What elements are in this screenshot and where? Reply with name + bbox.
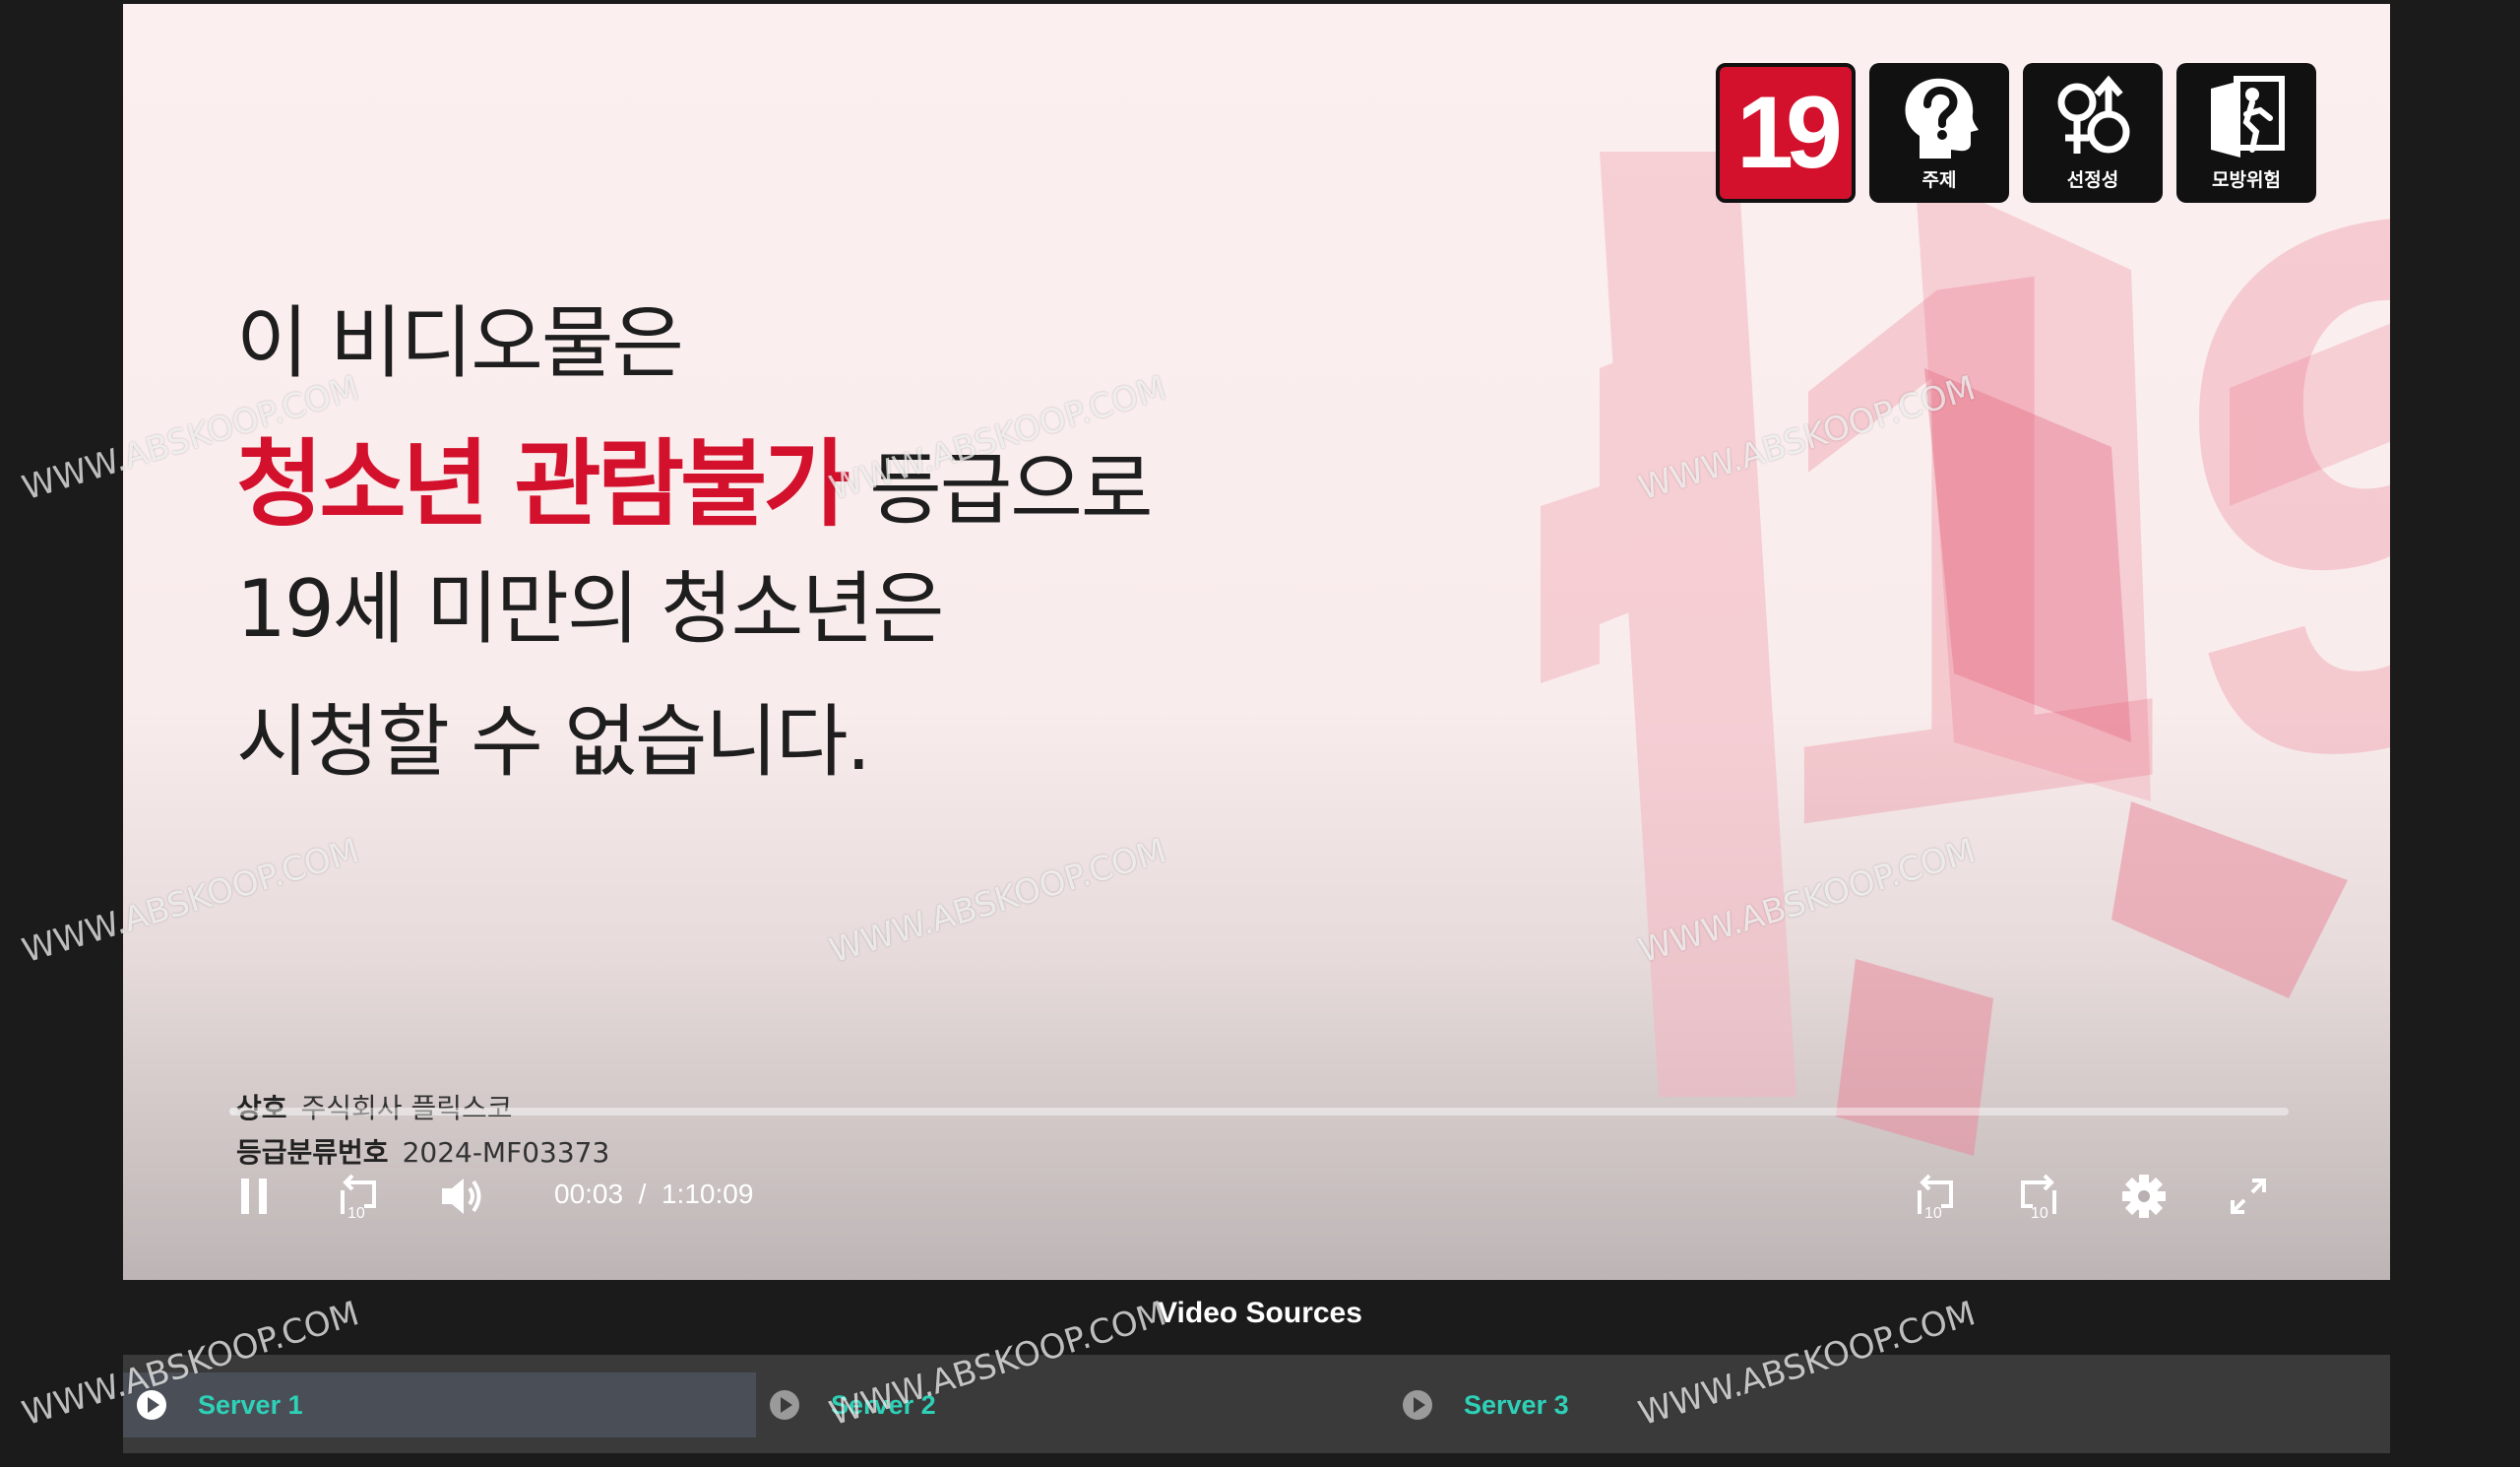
time-display: 00:03 / 1:10:09 (554, 1179, 753, 1210)
rating-number-key: 등급분류번호 (236, 1136, 389, 1169)
fullscreen-button[interactable] (2223, 1171, 2274, 1222)
server-3-button[interactable]: Server 3 (1389, 1372, 2022, 1437)
rewind-10-icon: 10 (1918, 1174, 1953, 1222)
current-time: 00:03 (554, 1179, 624, 1209)
volume-icon (442, 1179, 481, 1214)
duration: 1:10:09 (661, 1179, 754, 1209)
progress-fill (229, 1108, 238, 1116)
video-sources-title: Video Sources (1158, 1297, 1362, 1329)
background-numeral: 19 (1757, 112, 2390, 989)
background-19-graphic: 19 (1541, 112, 2390, 1156)
time-separator: / (638, 1179, 647, 1209)
imitation-risk-badge: 모방위험 (2176, 63, 2316, 203)
company-info: 상호 주식회사 플릭스코 등급분류번호 2024-MF03373 (236, 1087, 609, 1176)
age-19-badge: 19 (1716, 63, 1856, 203)
theme-badge: 주제 (1869, 63, 2009, 203)
server-list: Server 1 Server 2 Server 3 (123, 1355, 2390, 1453)
notice-highlight: 청소년 관람불가 (236, 429, 850, 540)
rating-number-value: 2024-MF03373 (402, 1136, 610, 1169)
forward-10-button[interactable]: 10 (2013, 1171, 2064, 1222)
play-circle-icon (137, 1390, 166, 1420)
gender-symbols-icon (2057, 75, 2130, 154)
player-controls: 10 00:03 / 1:10:09 10 10 (229, 1171, 2297, 1222)
server-1-label: Server 1 (198, 1389, 303, 1420)
pause-button[interactable] (229, 1171, 281, 1222)
pause-icon (241, 1179, 267, 1214)
rewind-10-button[interactable]: 10 (333, 1171, 384, 1222)
play-circle-icon (1403, 1390, 1432, 1420)
gear-icon (2122, 1175, 2166, 1218)
rewind-10-icon: 10 (341, 1174, 376, 1222)
rating-notice: 이 비디오물은 청소년 관람불가 등급으로 19세 미만의 청소년은 시청할 수… (236, 297, 1154, 836)
server-1-button[interactable]: Server 1 (123, 1372, 756, 1437)
notice-line-2-rest: 등급으로 (846, 444, 1153, 536)
sexual-content-caption: 선정성 (2066, 168, 2119, 191)
forward-10-label: 10 (2031, 1205, 2048, 1222)
rewind-10-label-right: 10 (1924, 1205, 1942, 1222)
rewind-10-button-right[interactable]: 10 (1910, 1171, 1961, 1222)
rating-badges: 19 주제 선정성 모방위험 (1716, 63, 2316, 203)
server-2-label: Server 2 (831, 1389, 936, 1420)
server-3-label: Server 3 (1464, 1389, 1569, 1420)
server-2-button[interactable]: Server 2 (756, 1372, 1389, 1437)
notice-line-4: 시청할 수 없습니다. (236, 696, 871, 788)
fullscreen-icon (2231, 1179, 2266, 1214)
notice-line-3: 19세 미만의 청소년은 (236, 563, 944, 655)
settings-button[interactable] (2118, 1171, 2170, 1222)
video-player[interactable]: 19 19 주제 선정성 모방위험 이 비디오물은 청소년 관람불가 등급으로 … (123, 4, 2390, 1280)
sexual-content-badge: 선정성 (2023, 63, 2163, 203)
progress-bar[interactable] (229, 1108, 2289, 1116)
volume-button[interactable] (436, 1171, 487, 1222)
head-question-icon (1905, 78, 1979, 159)
age-19-label: 19 (1736, 76, 1843, 190)
notice-line-1: 이 비디오물은 (236, 297, 684, 389)
play-circle-icon (770, 1390, 799, 1420)
imitation-door-icon (2211, 75, 2285, 158)
theme-caption: 주제 (1922, 168, 1957, 191)
imitation-risk-caption: 모방위험 (2212, 168, 2281, 191)
rewind-10-label: 10 (347, 1205, 365, 1222)
forward-10-icon: 10 (2021, 1174, 2056, 1222)
